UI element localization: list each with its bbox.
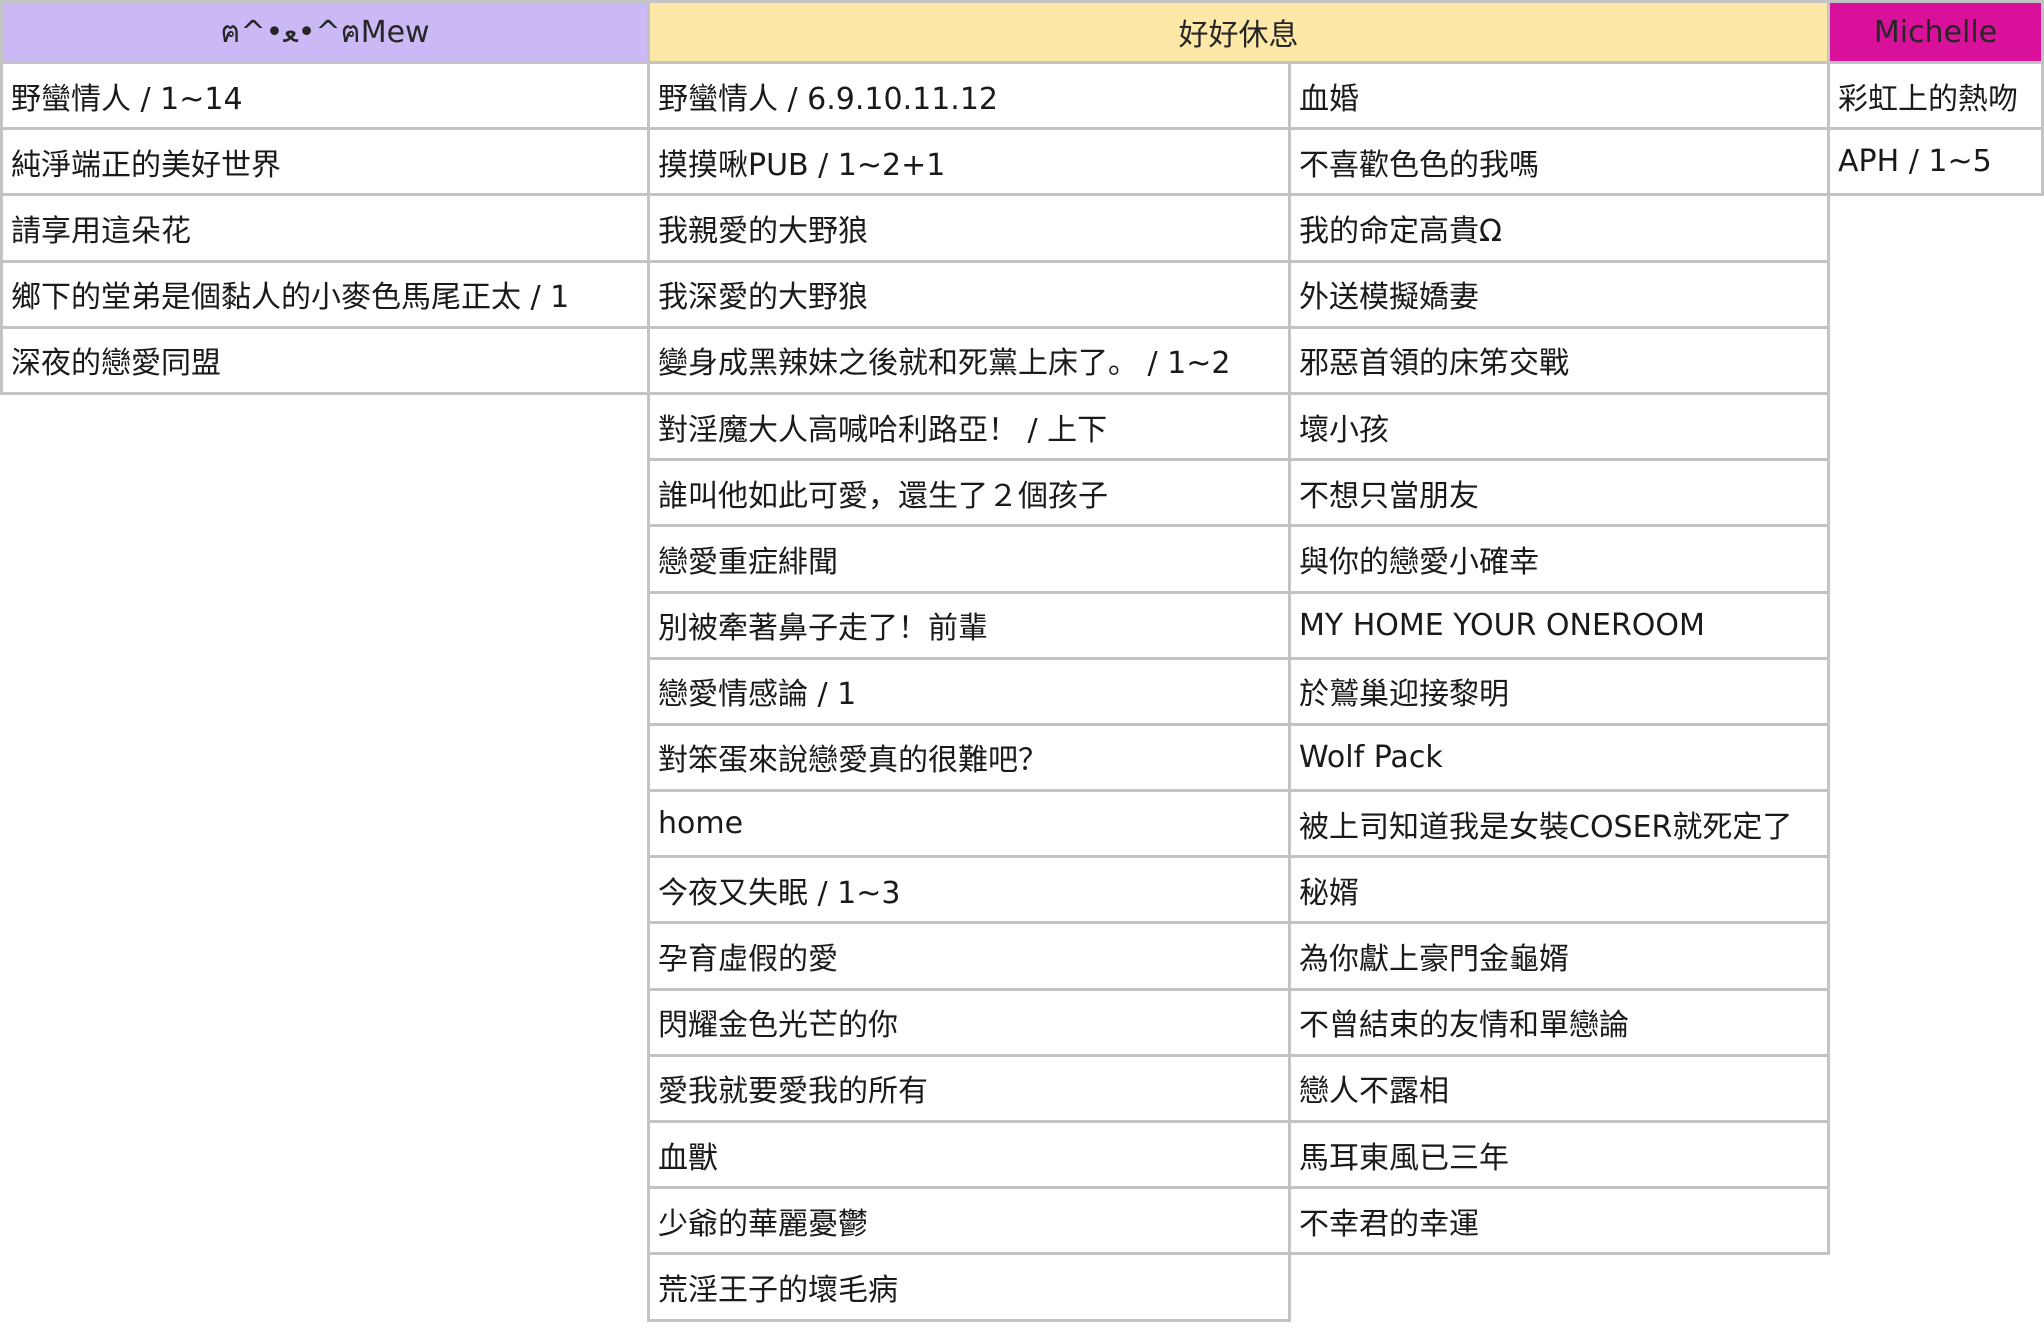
list-item[interactable]: 馬耳東風已三年 bbox=[1288, 1123, 1830, 1190]
list-item[interactable]: 我深愛的大野狼 bbox=[647, 262, 1291, 329]
list-item[interactable]: 今夜又失眠 / 1~3 bbox=[647, 858, 1291, 925]
list-item[interactable]: 外送模擬嬌妻 bbox=[1288, 262, 1830, 329]
list-item[interactable]: home bbox=[647, 792, 1291, 859]
list-item[interactable]: 深夜的戀愛同盟 bbox=[0, 328, 650, 395]
list-item[interactable]: Wolf Pack bbox=[1288, 725, 1830, 793]
list-item[interactable]: 摸摸啾PUB / 1~2+1 bbox=[647, 130, 1291, 197]
list-item[interactable]: 愛我就要愛我的所有 bbox=[647, 1056, 1291, 1123]
list-item[interactable]: 戀愛情感論 / 1 bbox=[647, 659, 1291, 726]
list-item[interactable]: MY HOME YOUR ONEROOM bbox=[1288, 593, 1830, 660]
list-item[interactable]: 不喜歡色色的我嗎 bbox=[1288, 130, 1830, 197]
list-item[interactable]: 血婚 bbox=[1288, 64, 1830, 131]
list-item[interactable]: 對笨蛋來說戀愛真的很難吧？ bbox=[647, 725, 1291, 793]
column-michelle: Michelle 彩虹上的熱吻 APH / 1~5 bbox=[1827, 0, 2044, 197]
list-item[interactable]: 野蠻情人 / 6.9.10.11.12 bbox=[647, 64, 1291, 131]
list-item[interactable]: 秘婿 bbox=[1288, 858, 1830, 925]
list-item[interactable]: 野蠻情人 / 1~14 bbox=[0, 64, 650, 131]
rest-right-list: 血婚 不喜歡色色的我嗎 我的命定高貴Ω 外送模擬嬌妻 邪惡首領的床笫交戰 壞小孩… bbox=[1288, 64, 1830, 1256]
list-item[interactable]: 不幸君的幸運 bbox=[1288, 1189, 1830, 1256]
list-item[interactable]: 血獸 bbox=[647, 1123, 1291, 1190]
list-item[interactable]: 邪惡首領的床笫交戰 bbox=[1288, 328, 1830, 395]
list-item[interactable]: 我親愛的大野狼 bbox=[647, 196, 1291, 263]
list-item[interactable]: 戀人不露相 bbox=[1288, 1056, 1830, 1123]
list-item[interactable]: 荒淫王子的壞毛病 bbox=[647, 1255, 1291, 1322]
list-item[interactable]: 孕育虛假的愛 bbox=[647, 924, 1291, 991]
list-item[interactable]: 少爺的華麗憂鬱 bbox=[647, 1189, 1291, 1256]
column-header-rest[interactable]: 好好休息 bbox=[647, 0, 1830, 64]
list-item[interactable]: 變身成黑辣妹之後就和死黨上床了。 / 1~2 bbox=[647, 328, 1291, 395]
column-mew: ฅ^•ﻌ•^ฅMew 野蠻情人 / 1~14 純淨端正的美好世界 請享用這朵花 … bbox=[0, 0, 650, 395]
column-rest: 好好休息 野蠻情人 / 6.9.10.11.12 摸摸啾PUB / 1~2+1 … bbox=[647, 0, 1830, 1322]
list-item[interactable]: 閃耀金色光芒的你 bbox=[647, 990, 1291, 1057]
list-item[interactable]: 誰叫他如此可愛，還生了２個孩子 bbox=[647, 461, 1291, 528]
list-item[interactable]: 彩虹上的熱吻 bbox=[1827, 64, 2044, 131]
list-item[interactable]: 壞小孩 bbox=[1288, 394, 1830, 462]
list-item[interactable]: 為你獻上豪門金龜婿 bbox=[1288, 924, 1830, 991]
list-item[interactable]: 戀愛重症緋聞 bbox=[647, 527, 1291, 594]
list-item[interactable]: 於鷲巢迎接黎明 bbox=[1288, 659, 1830, 726]
list-item[interactable]: 不曾結束的友情和單戀論 bbox=[1288, 990, 1830, 1057]
list-item[interactable]: 我的命定高貴Ω bbox=[1288, 196, 1830, 263]
rest-left-list: 野蠻情人 / 6.9.10.11.12 摸摸啾PUB / 1~2+1 我親愛的大… bbox=[647, 64, 1291, 1322]
column-header-mew[interactable]: ฅ^•ﻌ•^ฅMew bbox=[0, 0, 650, 64]
list-item[interactable]: 被上司知道我是女裝COSER就死定了 bbox=[1288, 792, 1830, 859]
list-item[interactable]: 請享用這朵花 bbox=[0, 196, 650, 263]
list-item[interactable]: 與你的戀愛小確幸 bbox=[1288, 527, 1830, 594]
list-item[interactable]: 別被牽著鼻子走了！前輩 bbox=[647, 593, 1291, 660]
list-item[interactable]: 對淫魔大人高喊哈利路亞！ / 上下 bbox=[647, 394, 1291, 462]
list-item[interactable]: 鄉下的堂弟是個黏人的小麥色馬尾正太 / 1 bbox=[0, 262, 650, 329]
list-item[interactable]: APH / 1~5 bbox=[1827, 130, 2044, 197]
list-item[interactable]: 不想只當朋友 bbox=[1288, 461, 1830, 528]
column-header-michelle[interactable]: Michelle bbox=[1827, 0, 2044, 64]
list-item[interactable]: 純淨端正的美好世界 bbox=[0, 130, 650, 197]
